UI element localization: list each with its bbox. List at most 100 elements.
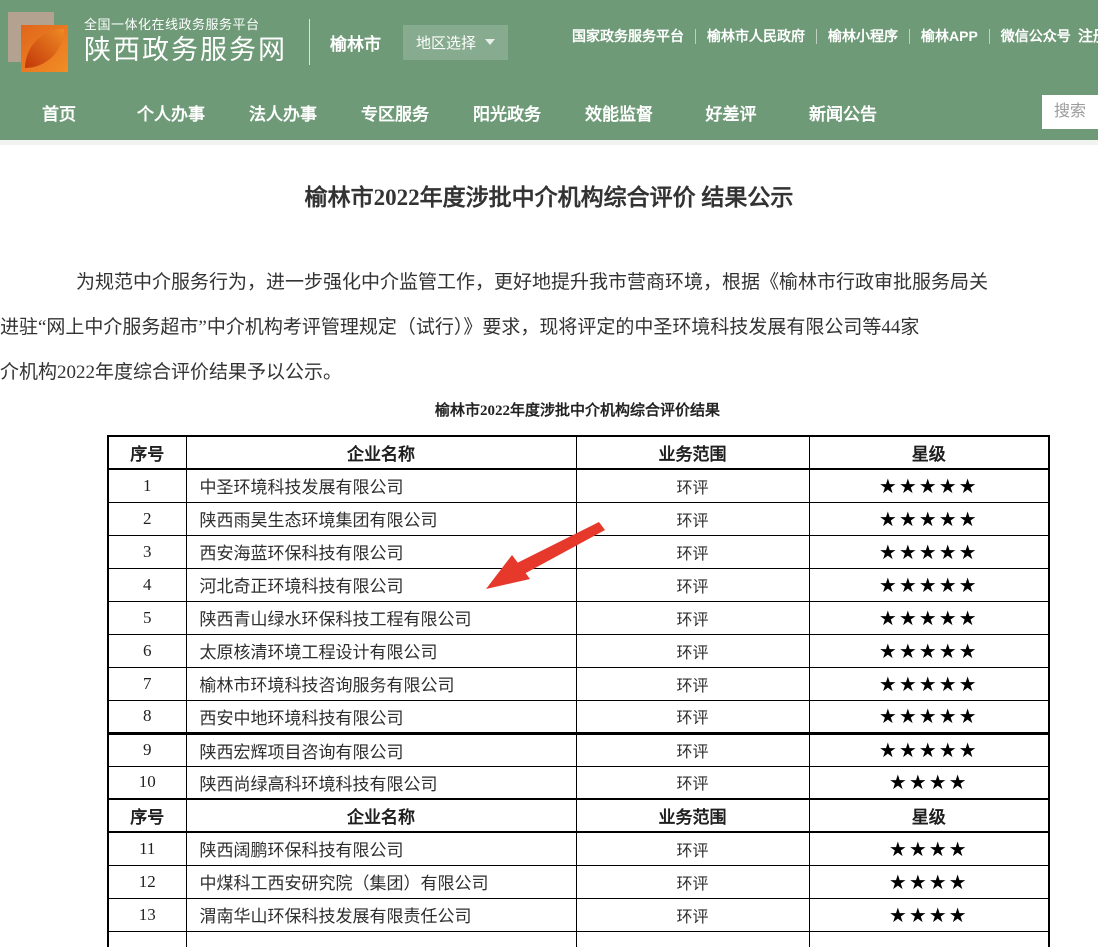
table-row: 7榆林市环境科技咨询服务有限公司环评★★★★★ — [108, 667, 1049, 700]
cell-name: 陕西青山绿水环保科技工程有限公司 — [186, 601, 576, 634]
chevron-down-icon — [485, 39, 495, 45]
nav-item-news[interactable]: 新闻公告 — [787, 100, 899, 125]
cell-scope: 环评 — [576, 601, 809, 634]
cell-scope: 环评 — [576, 832, 809, 865]
top-link-national-platform[interactable]: 国家政务服务平台 — [572, 26, 684, 46]
column-header: 星级 — [809, 799, 1049, 832]
header-top: 全国一体化在线政务服务平台 陕西政务服务网 榆林市 地区选择 国家政务服务平台 … — [0, 0, 1098, 84]
main-nav: 首页 个人办事 法人办事 专区服务 阳光政务 效能监督 好差评 新闻公告 搜索 — [0, 84, 1098, 140]
cell-name: 西安中地环境科技有限公司 — [186, 700, 576, 733]
cell-scope: 环评 — [576, 700, 809, 733]
table-row: 8西安中地环境科技有限公司环评★★★★★ — [108, 700, 1049, 733]
header-shadow — [0, 140, 1098, 145]
cell-no: 8 — [108, 700, 186, 733]
cell-scope: 环评 — [576, 667, 809, 700]
cell-scope: 环评 — [576, 898, 809, 931]
top-link-wechat[interactable]: 微信公众号 — [1001, 26, 1071, 46]
nav-item-review[interactable]: 好差评 — [675, 100, 787, 125]
link-separator — [909, 29, 910, 44]
cell-stars: ★★★★★ — [809, 667, 1049, 700]
register-link[interactable]: 注册 — [1078, 25, 1098, 46]
cell-stars: ★★★★★ — [809, 700, 1049, 733]
cell-no: 5 — [108, 601, 186, 634]
cell-no: 11 — [108, 832, 186, 865]
nav-item-home[interactable]: 首页 — [3, 100, 115, 125]
link-separator — [816, 29, 817, 44]
cell-empty — [108, 931, 186, 947]
cell-no: 2 — [108, 502, 186, 535]
cell-name: 陕西阔鹏环保科技有限公司 — [186, 832, 576, 865]
cell-no: 4 — [108, 568, 186, 601]
cell-empty — [186, 931, 576, 947]
cell-stars: ★★★★ — [809, 766, 1049, 799]
cell-no: 13 — [108, 898, 186, 931]
nav-item-zone[interactable]: 专区服务 — [339, 100, 451, 125]
table-header-row: 序号企业名称业务范围星级 — [108, 436, 1049, 469]
link-separator — [989, 29, 990, 44]
cell-scope: 环评 — [576, 469, 809, 502]
platform-tagline: 全国一体化在线政务服务平台 — [84, 18, 287, 33]
cell-name: 陕西雨昊生态环境集团有限公司 — [186, 502, 576, 535]
table-row: 10陕西尚绿高科环境科技有限公司环评★★★★ — [108, 766, 1049, 799]
nav-item-legal[interactable]: 法人办事 — [227, 100, 339, 125]
brand-divider — [309, 19, 310, 65]
nav-item-supervision[interactable]: 效能监督 — [563, 100, 675, 125]
table-row-partial — [108, 931, 1049, 947]
cell-scope: 环评 — [576, 502, 809, 535]
search-input[interactable]: 搜索 — [1042, 95, 1098, 129]
cell-scope: 环评 — [576, 568, 809, 601]
cell-no: 9 — [108, 733, 186, 766]
table-caption: 榆林市2022年度涉批中介机构综合评价结果 — [107, 399, 1048, 419]
cell-stars: ★★★★★ — [809, 568, 1049, 601]
paragraph-line: 为规范中介服务行为，进一步强化中介监管工作，更好地提升我市营商环境，根据《榆林市… — [0, 260, 1098, 305]
column-header: 业务范围 — [576, 436, 809, 469]
table-row: 5陕西青山绿水环保科技工程有限公司环评★★★★★ — [108, 601, 1049, 634]
cell-stars: ★★★★ — [809, 865, 1049, 898]
region-selector-button[interactable]: 地区选择 — [403, 25, 508, 60]
column-header: 序号 — [108, 799, 186, 832]
cell-no: 10 — [108, 766, 186, 799]
brand-text: 全国一体化在线政务服务平台 陕西政务服务网 — [84, 18, 287, 67]
cell-no: 12 — [108, 865, 186, 898]
table-row: 1中圣环境科技发展有限公司环评★★★★★ — [108, 469, 1049, 502]
nav-item-sunshine[interactable]: 阳光政务 — [451, 100, 563, 125]
page-title: 榆林市2022年度涉批中介机构综合评价 结果公示 — [0, 178, 1098, 212]
cell-scope: 环评 — [576, 535, 809, 568]
cell-no: 3 — [108, 535, 186, 568]
site-name: 陕西政务服务网 — [84, 35, 287, 66]
table-row: 13渭南华山环保科技发展有限责任公司环评★★★★ — [108, 898, 1049, 931]
logo-leaf-icon — [25, 29, 64, 68]
cell-no: 6 — [108, 634, 186, 667]
column-header: 企业名称 — [186, 799, 576, 832]
cell-scope: 环评 — [576, 634, 809, 667]
nav-item-personal[interactable]: 个人办事 — [115, 100, 227, 125]
cell-empty — [809, 931, 1049, 947]
top-links: 国家政务服务平台 榆林市人民政府 榆林小程序 榆林APP 微信公众号 — [572, 26, 1071, 46]
cell-name: 陕西宏辉项目咨询有限公司 — [186, 733, 576, 766]
column-header: 星级 — [809, 436, 1049, 469]
cell-name: 太原核清环境工程设计有限公司 — [186, 634, 576, 667]
top-link-mini-program[interactable]: 榆林小程序 — [828, 26, 898, 46]
cell-stars: ★★★★ — [809, 832, 1049, 865]
table-row: 9陕西宏辉项目咨询有限公司环评★★★★★ — [108, 733, 1049, 766]
cell-scope: 环评 — [576, 766, 809, 799]
table-row: 2陕西雨昊生态环境集团有限公司环评★★★★★ — [108, 502, 1049, 535]
cell-stars: ★★★★★ — [809, 469, 1049, 502]
cell-stars: ★★★★★ — [809, 502, 1049, 535]
link-separator — [695, 29, 696, 44]
table-header-row: 序号企业名称业务范围星级 — [108, 799, 1049, 832]
announcement-paragraph: 为规范中介服务行为，进一步强化中介监管工作，更好地提升我市营商环境，根据《榆林市… — [0, 260, 1098, 395]
site-logo[interactable] — [8, 12, 70, 76]
top-link-app[interactable]: 榆林APP — [921, 26, 978, 46]
table-row: 4河北奇正环境科技有限公司环评★★★★★ — [108, 568, 1049, 601]
page: { "header": { "platform_tagline": "全国一体化… — [0, 0, 1098, 947]
table-row: 6太原核清环境工程设计有限公司环评★★★★★ — [108, 634, 1049, 667]
cell-no: 1 — [108, 469, 186, 502]
table-row: 12中煤科工西安研究院（集团）有限公司环评★★★★ — [108, 865, 1049, 898]
current-city-label: 榆林市 — [330, 30, 381, 55]
cell-scope: 环评 — [576, 733, 809, 766]
table-row: 3西安海蓝环保科技有限公司环评★★★★★ — [108, 535, 1049, 568]
cell-empty — [576, 931, 809, 947]
cell-name: 中煤科工西安研究院（集团）有限公司 — [186, 865, 576, 898]
top-link-city-government[interactable]: 榆林市人民政府 — [707, 26, 805, 46]
